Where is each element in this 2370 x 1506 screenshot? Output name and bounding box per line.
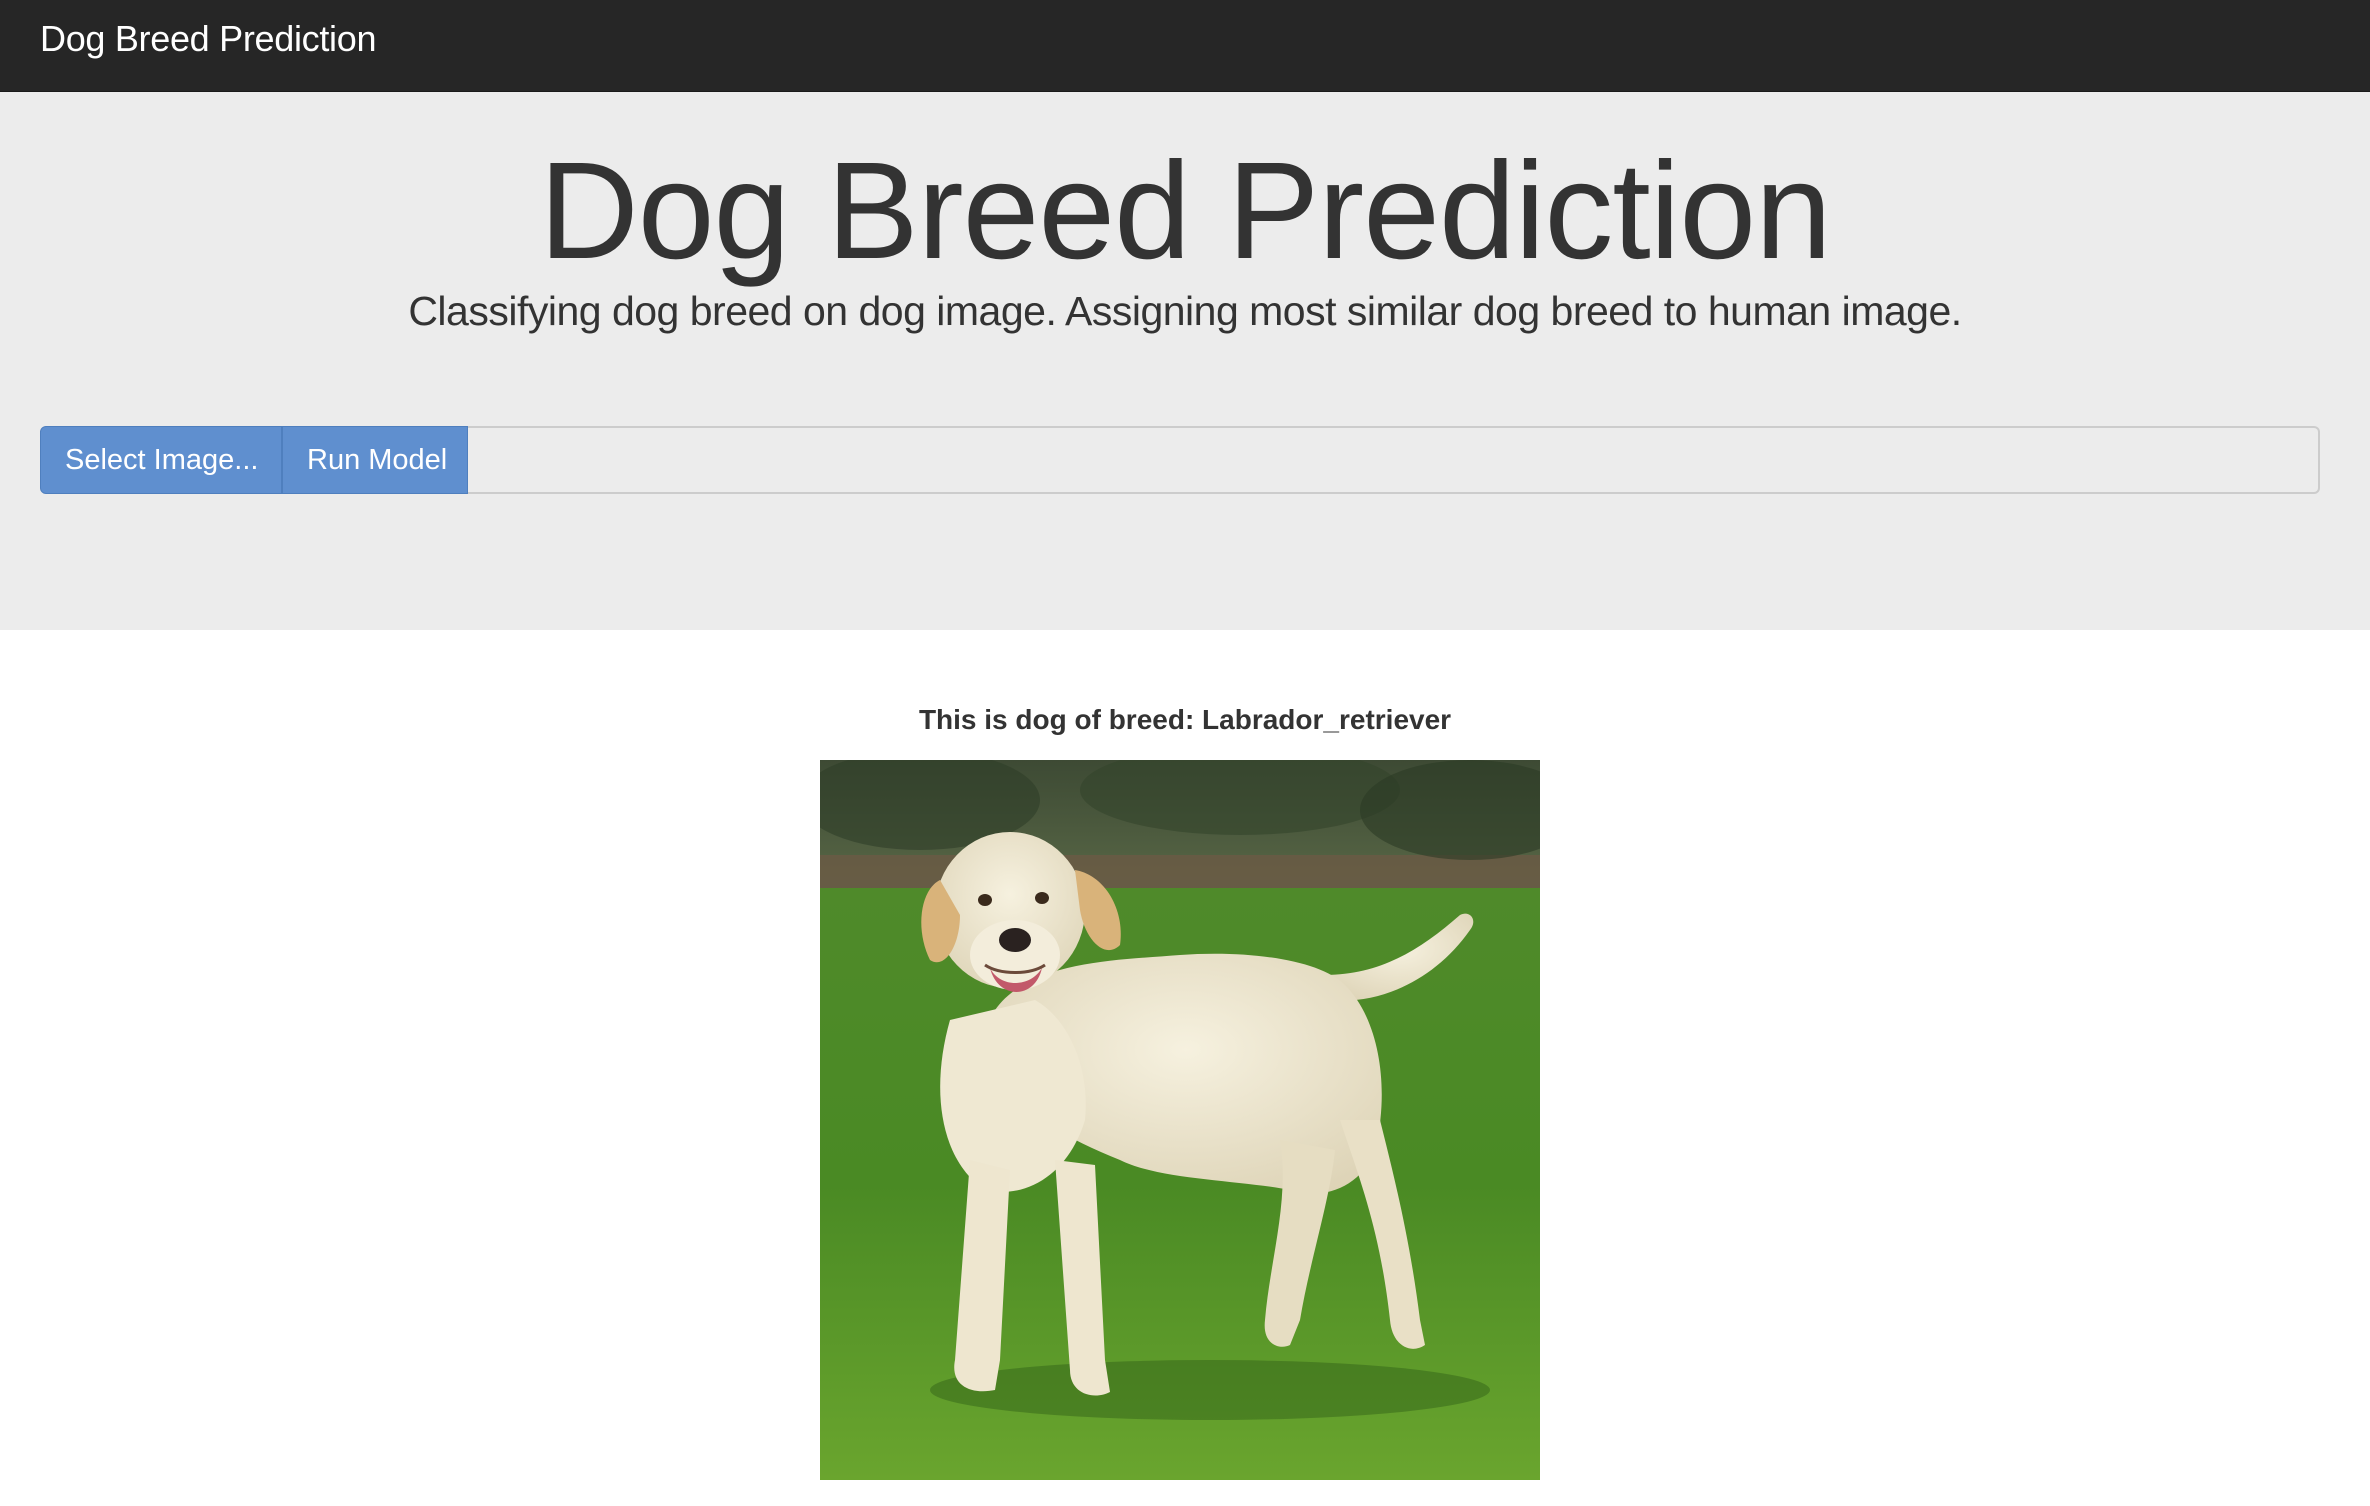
page-title: Dog Breed Prediction [539, 134, 1832, 288]
jumbotron: Dog Breed Prediction Classifying dog bre… [0, 92, 2370, 630]
file-name-field[interactable] [468, 426, 2320, 494]
select-image-button[interactable]: Select Image... [40, 426, 282, 494]
run-model-button[interactable]: Run Model [282, 426, 468, 494]
dog-photo [820, 760, 1540, 1480]
page-subtitle: Classifying dog breed on dog image. Assi… [408, 288, 1962, 334]
navbar-brand[interactable]: Dog Breed Prediction [40, 0, 377, 92]
prediction-result: This is dog of breed: Labrador_retriever [918, 704, 1452, 735]
navbar: Dog Breed Prediction [0, 0, 2370, 92]
upload-input-group: Select Image... Run Model [40, 426, 2320, 494]
